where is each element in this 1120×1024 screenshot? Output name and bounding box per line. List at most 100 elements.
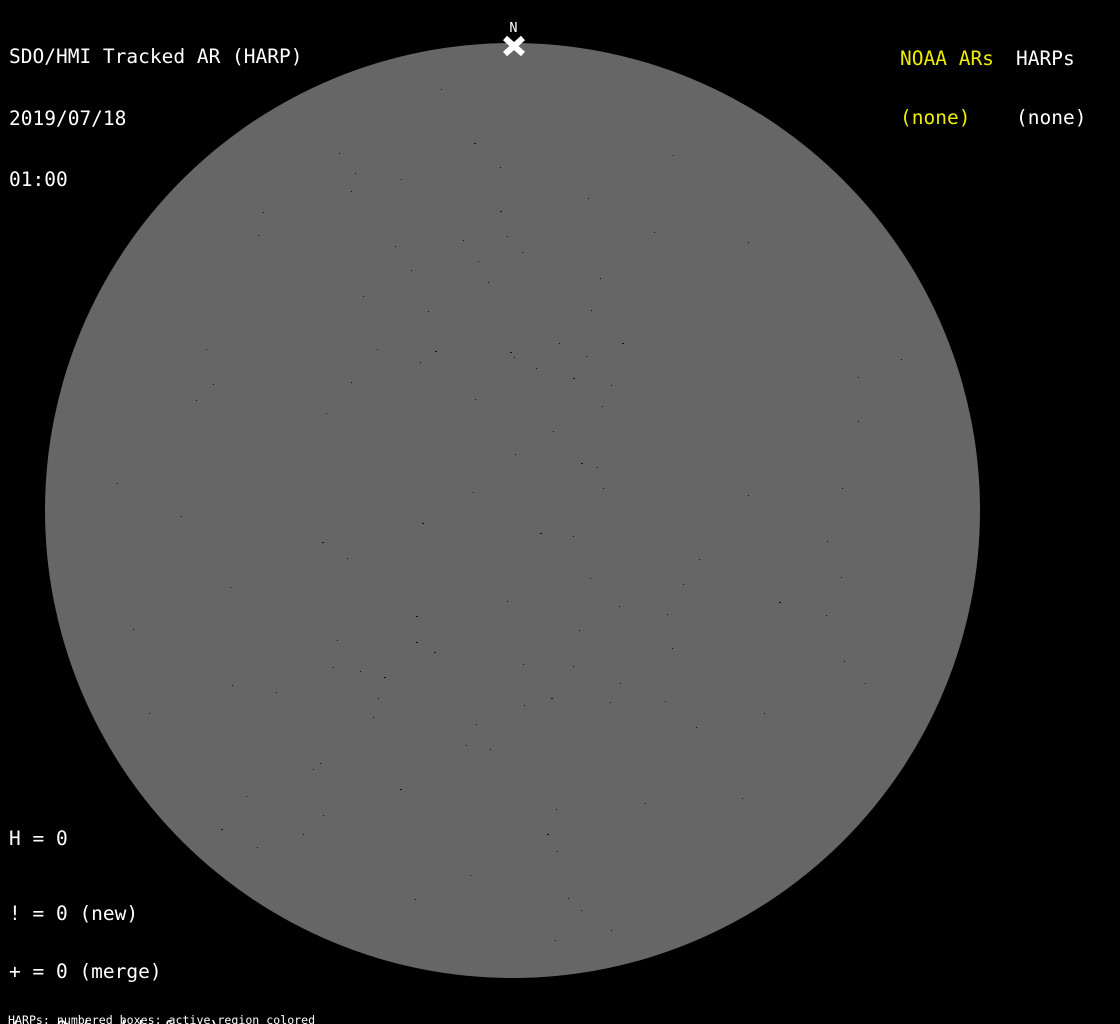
date-label: 2019/07/18	[9, 106, 127, 130]
sunspot-speckle	[373, 717, 375, 719]
sunspot-speckle	[347, 558, 349, 560]
sunspot-speckle	[579, 630, 581, 632]
sunspot-speckle	[326, 412, 328, 414]
sunspot-speckle	[546, 833, 549, 835]
sunspot-speckle	[683, 583, 685, 585]
harp-tracking-view: N SDO/HMI Tracked AR (HARP) 2019/07/18 0…	[0, 0, 1120, 1024]
harp-total-count: H = 0	[9, 827, 68, 850]
sunspot-speckle	[473, 492, 475, 494]
sunspot-speckle	[313, 769, 315, 771]
sunspot-speckle	[645, 802, 647, 804]
sunspot-speckle	[611, 930, 613, 932]
sunspot-speckle	[622, 343, 625, 345]
sunspot-speckle	[465, 745, 467, 747]
sunspot-speckle	[826, 540, 828, 542]
sunspot-speckle	[477, 260, 479, 262]
sunspot-speckle	[322, 815, 324, 817]
sunspot-speckle	[536, 368, 538, 370]
sunspot-speckle	[514, 454, 516, 456]
sunspot-speckle	[414, 899, 416, 901]
sunspot-speckle	[672, 154, 674, 156]
sunspot-speckle	[474, 143, 477, 145]
sunspot-speckle	[665, 700, 667, 702]
sunspot-speckle	[601, 406, 603, 408]
sunspot-speckle	[747, 495, 749, 497]
sunspot-speckle	[620, 683, 622, 685]
sunspot-speckle	[901, 358, 903, 360]
sunspot-speckle	[667, 613, 669, 615]
sunspot-speckle	[229, 586, 231, 588]
sunspot-speckle	[363, 295, 365, 297]
sunspot-speckle	[421, 523, 424, 525]
sunspot-speckle	[470, 874, 472, 876]
noaa-ars-value: (none)	[900, 105, 971, 129]
harps-label: HARPs	[1016, 47, 1075, 70]
sunspot-speckle	[232, 684, 234, 686]
sunspot-speckle	[826, 614, 828, 616]
sunspot-speckle	[857, 377, 859, 379]
sunspot-speckle	[333, 667, 335, 669]
sunspot-speckle	[763, 712, 765, 714]
sunspot-speckle	[581, 909, 583, 911]
sunspot-speckle	[475, 399, 477, 401]
sunspot-speckle	[864, 683, 866, 685]
sunspot-speckle	[319, 763, 321, 764]
sunspot-speckle	[276, 691, 278, 693]
noaa-ars-label: NOAA ARs	[900, 47, 994, 70]
sunspot-speckle	[841, 487, 843, 489]
legend-item-merge: + = 0 (merge)	[9, 959, 162, 983]
sunspot-speckle	[618, 606, 620, 608]
sunspot-speckle	[509, 352, 512, 354]
sunspot-speckle	[748, 242, 750, 244]
sunspot-speckle	[843, 660, 845, 662]
sunspot-speckle	[573, 536, 575, 538]
sunspot-speckle	[245, 795, 247, 797]
harps-column: HARPs (none)	[1016, 10, 1086, 166]
sunspot-speckle	[400, 179, 402, 181]
sunspot-speckle	[116, 482, 118, 484]
sunspot-speckle	[555, 940, 557, 942]
sunspot-speckle	[778, 601, 781, 603]
footer-note-harps: HARPs: numbered boxes; active region col…	[8, 1012, 316, 1024]
sunspot-speckle	[857, 421, 859, 423]
sunspot-speckle	[611, 385, 613, 387]
sunspot-speckle	[523, 664, 525, 666]
sunspot-speckle	[524, 705, 526, 707]
sunspot-speckle	[672, 648, 674, 650]
sunspot-speckle	[553, 430, 555, 432]
sunspot-speckle	[416, 642, 419, 644]
sunspot-speckle	[206, 348, 208, 350]
sunspot-speckle	[351, 381, 353, 383]
sunspot-speckle	[463, 240, 465, 242]
sunspot-speckle	[359, 670, 361, 672]
sunspot-speckle	[550, 698, 553, 700]
sunspot-speckle	[573, 377, 576, 379]
sunspot-speckle	[840, 576, 842, 578]
sunspot-speckle	[376, 349, 378, 351]
sunspot-speckle	[599, 278, 601, 280]
sunspot-speckle	[559, 342, 561, 344]
sunspot-speckle	[610, 702, 612, 704]
sunspot-speckle	[698, 559, 700, 561]
sunspot-speckle	[475, 724, 477, 726]
footer-notes: HARPs: numbered boxes; active region col…	[8, 991, 413, 1024]
sunspot-speckle	[180, 516, 182, 518]
sunspot-speckle	[433, 652, 436, 654]
sunspot-speckle	[212, 383, 214, 385]
north-pole-cross-icon	[503, 35, 525, 57]
sunspot-speckle	[591, 310, 593, 312]
sunspot-speckle	[653, 231, 655, 233]
north-label: N	[509, 20, 518, 36]
sunspot-speckle	[596, 467, 598, 469]
sunspot-speckle	[321, 542, 324, 544]
sunspot-speckle	[742, 797, 744, 799]
sunspot-speckle	[221, 828, 224, 830]
noaa-ars-column: NOAA ARs (none)	[900, 10, 994, 166]
sunspot-speckle	[695, 727, 697, 729]
sunspot-speckle	[580, 463, 583, 465]
sunspot-speckle	[507, 601, 509, 602]
sunspot-speckle	[410, 269, 412, 271]
sunspot-speckle	[555, 809, 557, 811]
sunspot-speckle	[415, 615, 418, 617]
sunspot-speckle	[195, 399, 197, 401]
